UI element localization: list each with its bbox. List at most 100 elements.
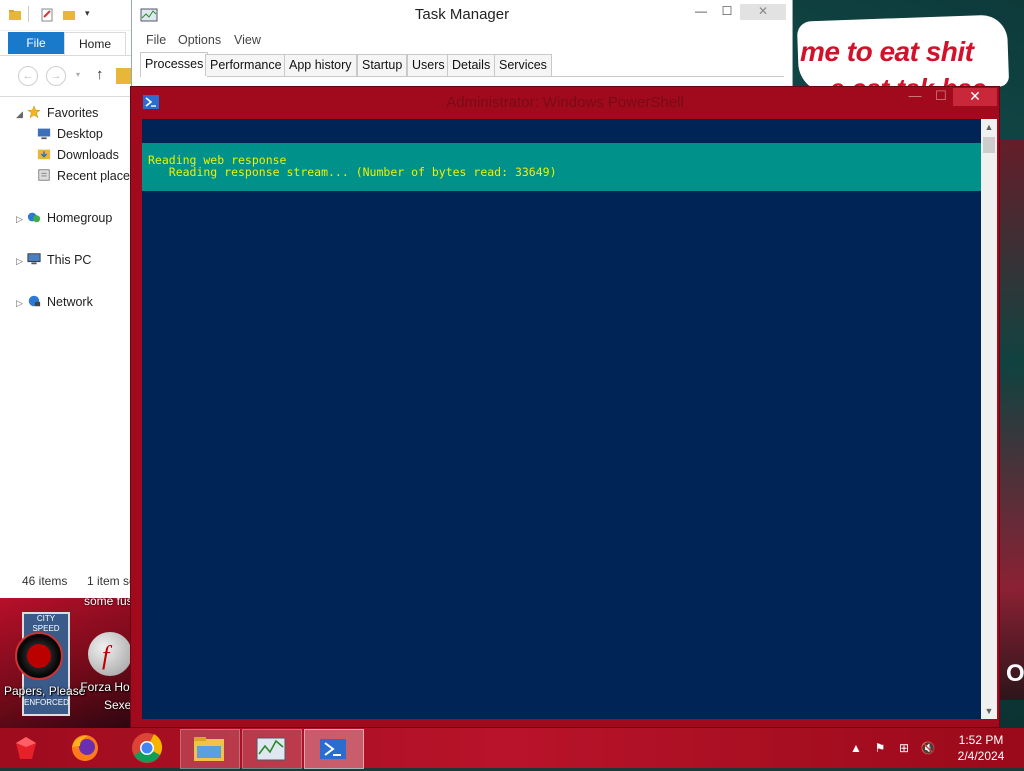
file-explorer-icon (194, 737, 224, 761)
scroll-up-icon[interactable]: ▲ (981, 119, 997, 135)
menu-file[interactable]: File (146, 33, 166, 47)
nav-label: This PC (47, 253, 92, 267)
computer-icon (27, 253, 41, 265)
collapsed-caret-icon[interactable]: ▷ (16, 209, 26, 229)
collapsed-caret-icon[interactable]: ▷ (16, 293, 26, 313)
show-hidden-icons-icon[interactable]: ▲ (848, 740, 864, 756)
nav-label: Homegroup (47, 211, 113, 225)
maximize-icon[interactable]: ☐ (712, 4, 742, 20)
new-folder-icon[interactable] (62, 8, 76, 22)
system-clock[interactable]: 1:52 PM 2/4/2024 (946, 732, 1016, 764)
powershell-console[interactable]: Reading web response Reading response st… (142, 119, 981, 719)
taskbar-powershell[interactable] (304, 729, 364, 769)
properties-icon[interactable] (40, 8, 54, 22)
taskbar-firefox[interactable] (58, 729, 116, 767)
scroll-down-icon[interactable]: ▼ (981, 703, 997, 719)
item-count: 46 items (22, 574, 68, 588)
nav-item-downloads[interactable]: Downloads (22, 145, 119, 165)
desktop-folder-icon (37, 128, 51, 140)
clock-time: 1:52 PM (958, 733, 1004, 747)
folder-icon (9, 10, 21, 20)
sign-line-1: CITY (36, 614, 56, 623)
collapsed-caret-icon[interactable]: ▷ (16, 251, 26, 271)
close-icon[interactable]: ✕ (740, 4, 786, 20)
action-center-flag-icon[interactable]: ⚑ (872, 740, 888, 756)
task-manager-tabs: Processes Performance App history Startu… (140, 52, 784, 77)
nav-item-this-pc[interactable]: ▷ This PC (0, 250, 91, 270)
nav-item-recent-places[interactable]: Recent places (22, 166, 133, 186)
ribbon-tab-file[interactable]: File (8, 32, 64, 54)
powershell-window[interactable]: Administrator: Windows PowerShell — ☐ ✕ … (130, 86, 1000, 728)
nav-item-favorites[interactable]: ◢ Favorites (0, 103, 98, 123)
tab-performance[interactable]: Performance (205, 54, 287, 76)
explorer-address-bar: ← → ▾ ↑ (0, 55, 132, 97)
network-icon (28, 295, 41, 307)
taskbar: ▲ ⚑ ⊞ 🔇 1:52 PM 2/4/2024 (0, 728, 1024, 769)
explorer-status-bar: 46 items 1 item se (0, 568, 132, 594)
powershell-titlebar[interactable]: Administrator: Windows PowerShell — ☐ ✕ (131, 87, 999, 117)
tab-processes[interactable]: Processes (140, 52, 209, 77)
minimize-icon[interactable]: — (901, 88, 929, 106)
back-arrow-icon[interactable]: ← (18, 66, 38, 86)
downloads-folder-icon (37, 149, 51, 160)
desktop-icon-papers-please[interactable]: Papers, Please (4, 632, 85, 698)
chevron-down-icon[interactable]: ▾ (85, 8, 90, 19)
explorer-titlebar[interactable]: ▾ (0, 0, 132, 31)
taskbar-chrome[interactable] (118, 729, 176, 767)
console-scrollbar[interactable]: ▲ ▼ (981, 119, 997, 719)
clock-date: 2/4/2024 (957, 749, 1005, 763)
tab-details[interactable]: Details (447, 54, 496, 76)
progress-status: Reading response stream... (Number of by… (148, 165, 557, 179)
papers-please-icon (15, 632, 63, 680)
nav-item-homegroup[interactable]: ▷ Homegroup (0, 208, 112, 228)
nav-label: Downloads (57, 148, 119, 162)
task-manager-icon (256, 737, 286, 761)
wallpaper-meme-text: me to eat shit (800, 36, 974, 67)
chrome-icon (132, 733, 163, 763)
network-status-icon[interactable]: ⊞ (896, 740, 912, 756)
taskbar-file-explorer[interactable] (180, 729, 240, 769)
svg-text:f: f (102, 641, 113, 670)
progress-banner: Reading web response Reading response st… (142, 143, 981, 191)
expanded-caret-icon[interactable]: ◢ (16, 104, 26, 124)
selection-count: 1 item se (87, 574, 133, 588)
task-manager-menubar: File Options View (132, 30, 792, 52)
taskbar-task-manager[interactable] (242, 729, 302, 769)
sign-line-3: ENFORCED (24, 698, 69, 707)
menu-view[interactable]: View (234, 33, 261, 47)
maximize-icon[interactable]: ☐ (927, 88, 955, 106)
tab-app-history[interactable]: App history (284, 54, 357, 76)
task-manager-titlebar[interactable]: Task Manager — ☐ ✕ (132, 0, 792, 30)
explorer-ribbon-tabs: File Home (0, 31, 132, 55)
recent-locations-chevron-icon[interactable]: ▾ (76, 70, 80, 79)
tab-users[interactable]: Users (407, 54, 450, 76)
nav-label: Network (47, 295, 93, 309)
task-manager-window[interactable]: Task Manager — ☐ ✕ File Options View Pro… (131, 0, 793, 91)
scrollbar-thumb[interactable] (983, 137, 995, 153)
nav-label: Favorites (47, 106, 99, 120)
recent-places-icon (38, 169, 50, 181)
file-explorer-window[interactable]: ▾ File Home ← → ▾ ↑ ◢ Favorites Desktop D… (0, 0, 133, 598)
taskbar-ruby[interactable] (0, 729, 58, 767)
volume-muted-icon[interactable]: 🔇 (920, 740, 936, 756)
powershell-icon (320, 739, 346, 759)
nav-item-desktop[interactable]: Desktop (22, 124, 103, 144)
firefox-icon (72, 735, 98, 761)
up-arrow-icon[interactable]: ↑ (96, 66, 104, 83)
wallpaper-corner-text: OS (1006, 660, 1024, 687)
address-folder-icon (116, 68, 132, 84)
tab-startup[interactable]: Startup (357, 54, 408, 76)
ribbon-tab-home[interactable]: Home (64, 32, 126, 55)
menu-options[interactable]: Options (178, 33, 221, 47)
forward-arrow-icon[interactable]: → (46, 66, 66, 86)
flash-icon: f (88, 632, 132, 676)
star-icon (27, 105, 41, 119)
nav-label: Recent places (57, 169, 133, 183)
nav-item-network[interactable]: ▷ Network (0, 292, 93, 312)
powershell-title: Administrator: Windows PowerShell (446, 94, 684, 111)
tab-services[interactable]: Services (494, 54, 552, 76)
desktop-partial-label-2: Sexe (104, 698, 132, 712)
close-icon[interactable]: ✕ (953, 88, 997, 106)
homegroup-icon (27, 212, 41, 223)
nav-label: Desktop (57, 127, 103, 141)
